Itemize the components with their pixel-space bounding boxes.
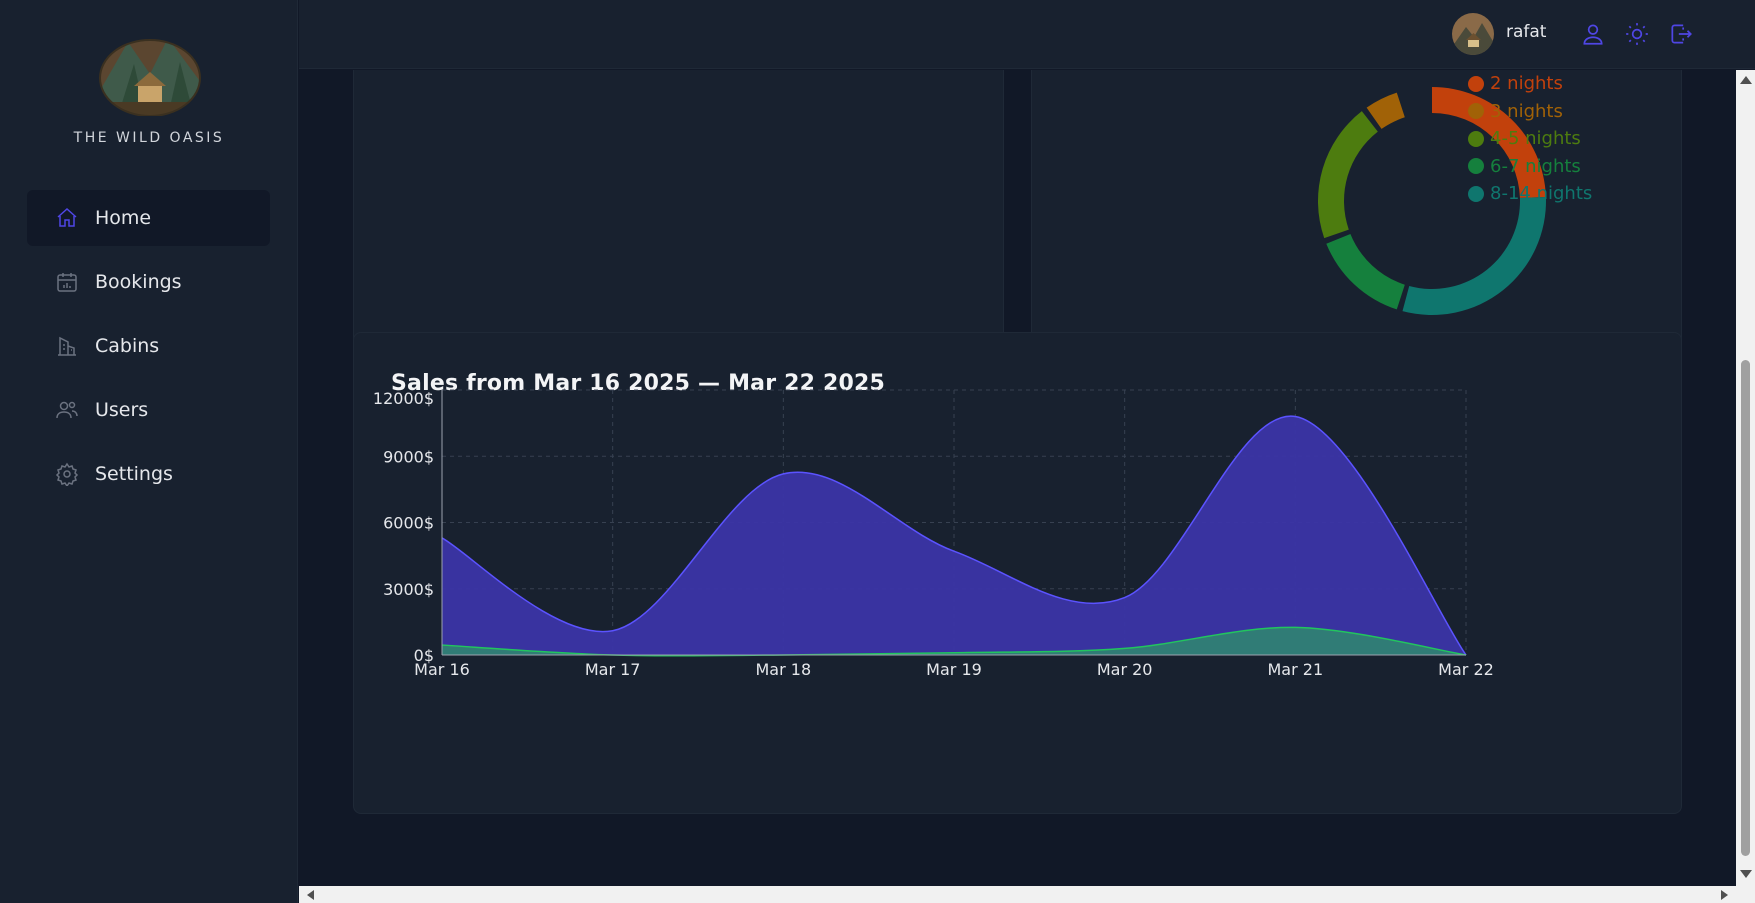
x-tick-label: Mar 18 (756, 660, 812, 679)
calendar-icon (55, 270, 79, 294)
main-nav: Home Bookings Cabins Users Settings (27, 190, 270, 510)
x-tick-label: Mar 21 (1268, 660, 1324, 679)
dashboard-main: 2 nights 3 nights 4-5 nights 6-7 nights … (299, 70, 1736, 886)
user-icon[interactable] (1580, 21, 1606, 47)
sales-area-chart: 0$3000$6000$9000$12000$Mar 16 Mar 17 Mar 1… (373, 389, 1494, 679)
sidebar-item-label: Bookings (95, 271, 182, 293)
sidebar-item-label: Settings (95, 463, 173, 485)
vertical-scrollbar[interactable] (1736, 70, 1755, 886)
sidebar-item-label: Cabins (95, 335, 160, 357)
y-tick-label: 3000$ (383, 580, 434, 599)
users-icon (55, 398, 79, 422)
x-tick-label: Mar 16 (414, 660, 470, 679)
scroll-right-icon[interactable] (1721, 890, 1728, 900)
sun-icon[interactable] (1624, 21, 1650, 47)
brand-name: THE WILD OASIS (73, 130, 225, 146)
x-tick-label: Mar 19 (926, 660, 982, 679)
sidebar-item-label: Home (95, 207, 152, 229)
logo[interactable] (98, 34, 202, 117)
top-header: rafat (299, 0, 1755, 69)
scroll-left-icon[interactable] (307, 890, 314, 900)
x-tick-label: Mar 17 (585, 660, 641, 679)
gear-icon (55, 462, 79, 486)
scroll-thumb[interactable] (1741, 360, 1750, 856)
sidebar: THE WILD OASIS Home Bookings Cabins User… (0, 0, 298, 903)
scroll-up-icon[interactable] (1740, 76, 1752, 84)
sidebar-item-bookings[interactable]: Bookings (27, 254, 270, 310)
x-tick-label: Mar 20 (1097, 660, 1153, 679)
sidebar-item-users[interactable]: Users (27, 382, 270, 438)
y-tick-label: 9000$ (383, 447, 434, 466)
scroll-down-icon[interactable] (1740, 870, 1752, 878)
username: rafat (1506, 22, 1547, 42)
avatar[interactable] (1452, 13, 1494, 55)
horizontal-scrollbar[interactable] (299, 886, 1755, 903)
y-tick-label: 6000$ (383, 514, 434, 533)
y-tick-label: 12000$ (373, 389, 434, 408)
home-icon (55, 206, 79, 230)
logout-icon[interactable] (1668, 21, 1694, 47)
sidebar-item-home[interactable]: Home (27, 190, 270, 246)
sidebar-item-settings[interactable]: Settings (27, 446, 270, 502)
building-icon (55, 334, 79, 358)
sidebar-item-label: Users (95, 399, 149, 421)
sidebar-item-cabins[interactable]: Cabins (27, 318, 270, 374)
x-tick-label: Mar 22 (1438, 660, 1494, 679)
